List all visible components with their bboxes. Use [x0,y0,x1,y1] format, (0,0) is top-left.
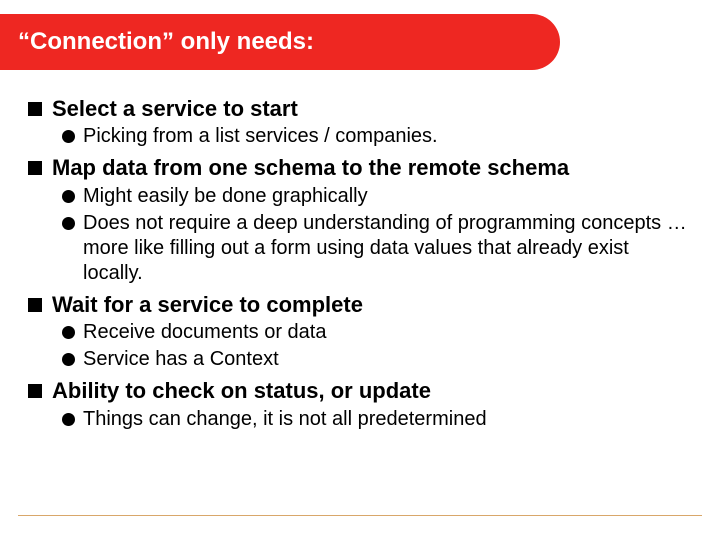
list-item: Ability to check on status, or update [28,378,692,404]
list-item: Things can change, it is not all predete… [62,407,692,432]
square-bullet-icon [28,384,42,398]
list-item: Picking from a list services / companies… [62,124,692,149]
bullet-text: Does not require a deep understanding of… [83,211,692,286]
circle-bullet-icon [62,190,75,203]
bullet-text: Might easily be done graphically [83,184,368,209]
list-item: Wait for a service to complete [28,292,692,318]
circle-bullet-icon [62,130,75,143]
bullet-text: Service has a Context [83,347,279,372]
list-item: Might easily be done graphically [62,184,692,209]
list-item: Does not require a deep understanding of… [62,211,692,286]
slide-title: “Connection” only needs: [0,28,314,56]
circle-bullet-icon [62,353,75,366]
bullet-text: Things can change, it is not all predete… [83,407,487,432]
list-item: Receive documents or data [62,320,692,345]
circle-bullet-icon [62,217,75,230]
list-item: Select a service to start [28,96,692,122]
bullet-text: Wait for a service to complete [52,292,363,318]
bullet-text: Receive documents or data [83,320,326,345]
list-item: Map data from one schema to the remote s… [28,155,692,181]
title-band: “Connection” only needs: [0,14,560,70]
bullet-text: Map data from one schema to the remote s… [52,155,569,181]
square-bullet-icon [28,298,42,312]
bullet-text: Picking from a list services / companies… [83,124,438,149]
list-item: Service has a Context [62,347,692,372]
circle-bullet-icon [62,413,75,426]
square-bullet-icon [28,161,42,175]
bullet-text: Select a service to start [52,96,298,122]
circle-bullet-icon [62,326,75,339]
footer-divider [18,515,702,516]
bullet-text: Ability to check on status, or update [52,378,431,404]
slide-body: Select a service to start Picking from a… [28,90,692,432]
square-bullet-icon [28,102,42,116]
slide: “Connection” only needs: Select a servic… [0,0,720,540]
